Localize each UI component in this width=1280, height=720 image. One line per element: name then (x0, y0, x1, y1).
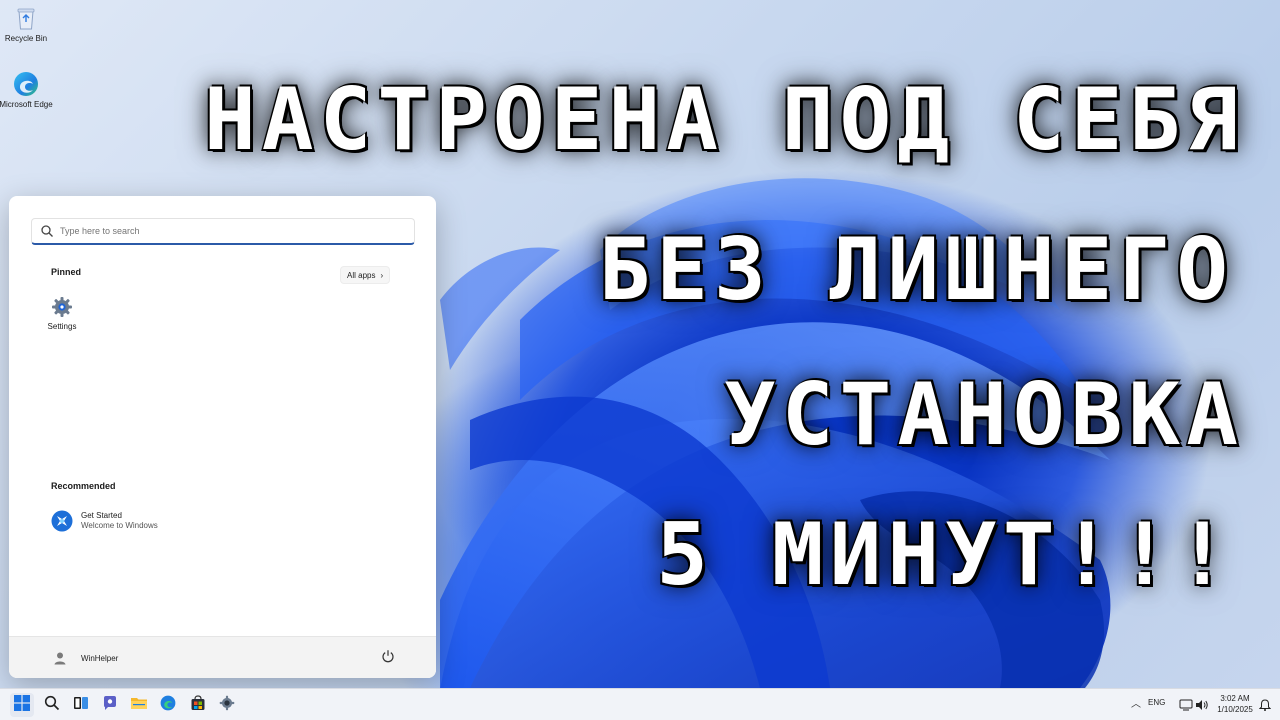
headline-line-4: 5 МИНУТ!!! (656, 505, 1234, 605)
task-view-icon (73, 695, 89, 716)
start-menu: Pinned All apps › (9, 196, 436, 678)
user-account-button[interactable]: WinHelper (53, 647, 118, 669)
headline-line-2: БЕЗ ЛИШНЕГО (598, 220, 1234, 320)
search-input[interactable] (58, 225, 402, 237)
pinned-app-settings[interactable]: Settings (37, 296, 87, 331)
taskbar-store-button[interactable] (186, 693, 210, 717)
taskbar-edge-button[interactable] (156, 693, 180, 717)
pinned-app-label: Settings (47, 322, 77, 331)
recommended-item-get-started[interactable]: Get Started Welcome to Windows (51, 510, 158, 532)
recommended-item-subtitle: Welcome to Windows (81, 521, 158, 530)
chevron-right-icon: › (380, 270, 384, 280)
get-started-icon (51, 510, 73, 532)
desktop-icon-label: Recycle Bin (4, 34, 48, 43)
headline-line-1: НАСТРОЕНА ПОД СЕБЯ (204, 70, 1244, 170)
search-icon (44, 695, 60, 716)
headline-line-3: УСТАНОВКА (724, 365, 1244, 465)
all-apps-button[interactable]: All apps › (340, 266, 391, 284)
folder-icon (130, 695, 148, 716)
taskbar-chat-button[interactable] (98, 693, 122, 717)
desktop-icon-recycle-bin[interactable]: Recycle Bin (0, 4, 54, 43)
chat-icon (102, 695, 118, 716)
taskbar-settings-button[interactable] (215, 693, 239, 717)
power-button[interactable] (379, 649, 397, 667)
volume-icon[interactable] (1194, 697, 1210, 713)
pinned-title: Pinned (51, 267, 82, 277)
user-avatar-icon (53, 651, 67, 665)
taskbar-task-view-button[interactable] (69, 693, 93, 717)
taskbar: ︿ ENG 3:02 AM 1/10/2025 (0, 688, 1280, 720)
windows-logo-icon (14, 694, 30, 716)
taskbar-clock[interactable]: 3:02 AM 1/10/2025 (1211, 693, 1259, 715)
taskbar-search-button[interactable] (40, 693, 64, 717)
settings-gear-icon (51, 296, 73, 318)
edge-icon (160, 695, 176, 716)
notification-bell-icon[interactable] (1257, 697, 1273, 713)
clock-date: 1/10/2025 (1217, 705, 1253, 714)
start-menu-footer: WinHelper (9, 636, 436, 678)
network-icon[interactable] (1178, 697, 1194, 713)
input-language-indicator[interactable]: ENG (1148, 698, 1165, 707)
search-icon (40, 224, 54, 238)
user-name: WinHelper (81, 653, 119, 663)
store-icon (190, 694, 206, 716)
tray-overflow-chevron-up-icon[interactable]: ︿ (1128, 697, 1144, 713)
recommended-item-title: Get Started (81, 511, 122, 520)
recommended-title: Recommended (51, 481, 116, 491)
settings-gear-icon (219, 695, 235, 716)
clock-time: 3:02 AM (1220, 694, 1250, 703)
taskbar-start-button[interactable] (10, 693, 34, 717)
taskbar-file-explorer-button[interactable] (127, 693, 151, 717)
start-search-box[interactable] (31, 218, 415, 245)
recycle-bin-icon (12, 4, 40, 32)
power-icon (381, 649, 395, 668)
desktop: Recycle Bin Microsoft Edge НАСТРОЕНА ПОД… (0, 0, 1280, 720)
all-apps-label: All apps (347, 270, 376, 280)
